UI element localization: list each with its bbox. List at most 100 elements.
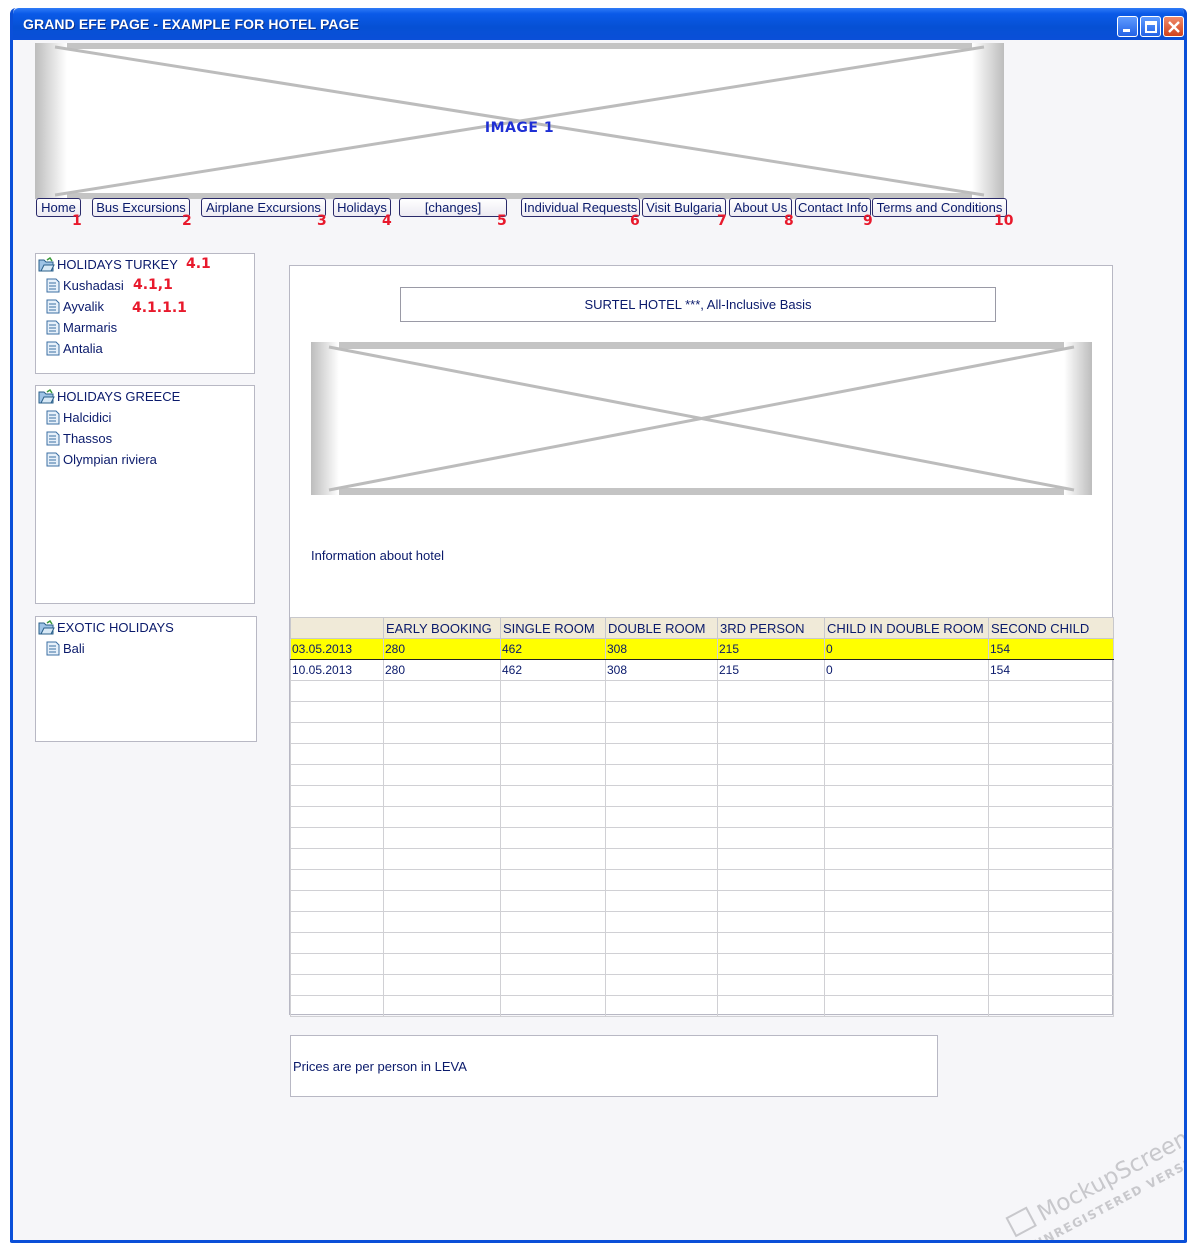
tree-root-holidays-turkey[interactable]: HOLIDAYS TURKEY (38, 256, 248, 274)
column-header[interactable]: EARLY BOOKING (383, 617, 501, 639)
table-cell (824, 764, 989, 786)
table-cell (717, 785, 825, 807)
table-cell: 308 (605, 659, 718, 681)
table-cell (605, 806, 718, 828)
table-cell (605, 953, 718, 975)
minimize-button[interactable] (1117, 16, 1138, 37)
nav-changes-button[interactable]: [changes] (399, 198, 507, 217)
column-header[interactable]: SECOND CHILD (988, 617, 1114, 639)
column-header[interactable]: 3RD PERSON (717, 617, 825, 639)
table-row-empty[interactable] (290, 722, 1114, 744)
table-cell (988, 890, 1114, 912)
tree-annotation-number: 4.1,1 (133, 277, 173, 293)
table-row-empty[interactable] (290, 953, 1114, 975)
table-row-empty[interactable] (290, 743, 1114, 765)
tree-item-marmaris[interactable]: Marmaris (46, 319, 196, 337)
close-button[interactable] (1163, 16, 1184, 37)
nav-terms-button[interactable]: Terms and Conditions (872, 198, 1007, 217)
tree-root-holidays-greece[interactable]: HOLIDAYS GREECE (38, 388, 248, 406)
minimize-icon (1123, 29, 1130, 32)
table-cell (717, 827, 825, 849)
exotic-holidays-panel: EXOTIC HOLIDAYS Bali (35, 616, 257, 742)
table-cell (717, 701, 825, 723)
table-cell (500, 995, 606, 1017)
table-cell (988, 974, 1114, 996)
nav-visit-bulgaria-button[interactable]: Visit Bulgaria (642, 198, 726, 217)
table-row-empty[interactable] (290, 827, 1114, 849)
tree-item-thassos[interactable]: Thassos (46, 430, 196, 448)
tree-item-antalia[interactable]: Antalia (46, 340, 196, 358)
table-row-empty[interactable] (290, 848, 1114, 870)
table-header-row: EARLY BOOKING SINGLE ROOM DOUBLE ROOM 3R… (290, 617, 1114, 639)
table-row-empty[interactable] (290, 701, 1114, 723)
nav-contact-info-button[interactable]: Contact Info (795, 198, 871, 217)
table-row-empty[interactable] (290, 974, 1114, 996)
table-cell (717, 890, 825, 912)
nav-airplane-excursions-button[interactable]: Airplane Excursions (201, 198, 326, 217)
table-cell (717, 995, 825, 1017)
table-cell (717, 806, 825, 828)
table-row-empty[interactable] (290, 995, 1114, 1017)
table-cell (383, 680, 501, 702)
tree-item-label: Olympian riviera (63, 452, 157, 467)
table-cell (383, 743, 501, 765)
table-cell: 280 (383, 659, 501, 681)
tree-root-exotic-holidays[interactable]: EXOTIC HOLIDAYS (38, 619, 248, 637)
tree-item-olympian-riviera[interactable]: Olympian riviera (46, 451, 196, 469)
table-row-empty[interactable] (290, 911, 1114, 933)
table-row-empty[interactable] (290, 785, 1114, 807)
table-cell (717, 764, 825, 786)
table-cell (988, 869, 1114, 891)
table-row-empty[interactable] (290, 764, 1114, 786)
tree-item-bali[interactable]: Bali (46, 640, 196, 658)
nav-annotation-number: 3 (317, 213, 327, 229)
nav-annotation-number: 4 (382, 213, 392, 229)
nav-about-us-button[interactable]: About Us (729, 198, 792, 217)
table-cell (383, 722, 501, 744)
column-header[interactable]: DOUBLE ROOM (605, 617, 718, 639)
table-cell (824, 701, 989, 723)
table-row-empty[interactable] (290, 680, 1114, 702)
title-bar[interactable]: GRAND EFE PAGE - EXAMPLE FOR HOTEL PAGE (13, 8, 1184, 40)
table-cell (500, 680, 606, 702)
table-cell (383, 911, 501, 933)
nav-bus-excursions-button[interactable]: Bus Excursions (92, 198, 190, 217)
price-note-box: Prices are per person in LEVA (290, 1035, 938, 1097)
table-cell (717, 911, 825, 933)
column-header[interactable]: SINGLE ROOM (500, 617, 606, 639)
nav-annotation-number: 5 (497, 213, 507, 229)
tree-item-kushadasi[interactable]: Kushadasi (46, 277, 196, 295)
maximize-button[interactable] (1140, 16, 1161, 37)
table-cell (988, 953, 1114, 975)
table-cell (605, 848, 718, 870)
table-row-empty[interactable] (290, 932, 1114, 954)
table-cell (824, 827, 989, 849)
table-cell: 03.05.2013 (290, 638, 384, 660)
column-header[interactable] (290, 617, 384, 639)
table-cell (500, 806, 606, 828)
table-cell (824, 995, 989, 1017)
table-cell (824, 785, 989, 807)
tree-item-halcidici[interactable]: Halcidici (46, 409, 196, 427)
table-cell: 215 (717, 638, 825, 660)
column-header[interactable]: CHILD IN DOUBLE ROOM (824, 617, 989, 639)
table-cell: 154 (988, 638, 1114, 660)
table-cell (824, 848, 989, 870)
table-row[interactable]: 10.05.2013 280 462 308 215 0 154 (290, 659, 1114, 681)
table-cell (824, 806, 989, 828)
table-row-selected[interactable]: 03.05.2013 280 462 308 215 0 154 (290, 638, 1114, 660)
table-row-empty[interactable] (290, 890, 1114, 912)
table-row-empty[interactable] (290, 806, 1114, 828)
table-cell (988, 932, 1114, 954)
table-row-empty[interactable] (290, 869, 1114, 891)
table-cell (605, 743, 718, 765)
table-cell (383, 806, 501, 828)
app-window: GRAND EFE PAGE - EXAMPLE FOR HOTEL PAGE … (10, 8, 1187, 1243)
nav-annotation-number: 9 (863, 213, 873, 229)
table-cell (824, 743, 989, 765)
nav-individual-requests-button[interactable]: Individual Requests (521, 198, 640, 217)
price-note-text: Prices are per person in LEVA (293, 1059, 467, 1074)
maximize-icon (1145, 21, 1157, 33)
table-cell (824, 974, 989, 996)
table-cell (500, 785, 606, 807)
